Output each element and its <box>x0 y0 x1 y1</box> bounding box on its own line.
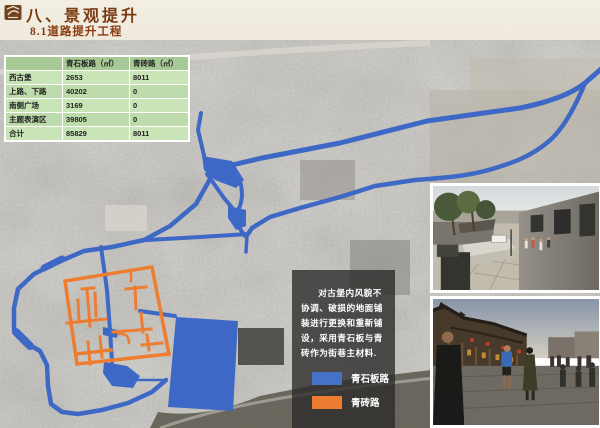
row-stone-value: 39805 <box>63 113 129 126</box>
area-table: 青石板路（㎡） 青砖路（㎡） 西古堡 2653 8011 上路、下路 40202… <box>5 56 189 141</box>
row-stone-value: 3169 <box>63 99 129 112</box>
legend-label: 青石板路 <box>351 371 389 385</box>
row-brick-value: 0 <box>130 113 188 126</box>
slide-header: 八、景观提升 8.1道路提升工程 <box>0 0 600 40</box>
table-header-row: 青石板路（㎡） 青砖路（㎡） <box>6 57 188 70</box>
stone-slab-areas <box>103 156 246 411</box>
legend-item-brick: 青砖路 <box>312 395 395 409</box>
row-stone-value: 2653 <box>63 71 129 84</box>
table-header-brick: 青砖路（㎡） <box>130 57 188 70</box>
table-row: 西古堡 2653 8011 <box>6 71 188 84</box>
seal-icon <box>4 3 22 21</box>
row-label: 上路、下路 <box>6 85 62 98</box>
row-label: 南侧广场 <box>6 99 62 112</box>
legend-swatch-orange <box>312 396 342 409</box>
legend-item-stone: 青石板路 <box>312 371 395 385</box>
slide: 青石板路（㎡） 青砖路（㎡） 西古堡 2653 8011 上路、下路 40202… <box>0 0 600 428</box>
table-row: 主题表演区 39805 0 <box>6 113 188 126</box>
legend-swatch-blue <box>312 372 342 385</box>
row-label: 西古堡 <box>6 71 62 84</box>
table-row: 上路、下路 40202 0 <box>6 85 188 98</box>
table-total-row: 合计 85829 8011 <box>6 127 188 140</box>
row-stone-value: 85829 <box>63 127 129 140</box>
row-brick-value: 8011 <box>130 127 188 140</box>
photo-street-daytime <box>430 183 600 293</box>
photo-street-evening-art <box>433 299 599 425</box>
table-header-stone: 青石板路（㎡） <box>63 57 129 70</box>
legend-label: 青砖路 <box>351 395 380 409</box>
page-subtitle: 8.1道路提升工程 <box>30 23 122 39</box>
row-brick-value: 8011 <box>130 71 188 84</box>
table-row: 南侧广场 3169 0 <box>6 99 188 112</box>
row-label: 合计 <box>6 127 62 140</box>
row-stone-value: 40202 <box>63 85 129 98</box>
photo-street-evening <box>430 296 600 428</box>
table-header-empty <box>6 57 62 70</box>
info-panel: 对古堡内风貌不协调、破损的地面铺装进行更换和重新铺设，采用青石板与青砖作为街巷主… <box>292 270 395 428</box>
brick-routes <box>65 267 169 364</box>
row-brick-value: 0 <box>130 85 188 98</box>
row-brick-value: 0 <box>130 99 188 112</box>
row-label: 主题表演区 <box>6 113 62 126</box>
description-text: 对古堡内风貌不协调、破损的地面铺装进行更换和重新铺设，采用青石板与青砖作为街巷主… <box>301 286 386 361</box>
plaza-area <box>168 317 238 411</box>
photo-street-daytime-art <box>433 186 599 290</box>
